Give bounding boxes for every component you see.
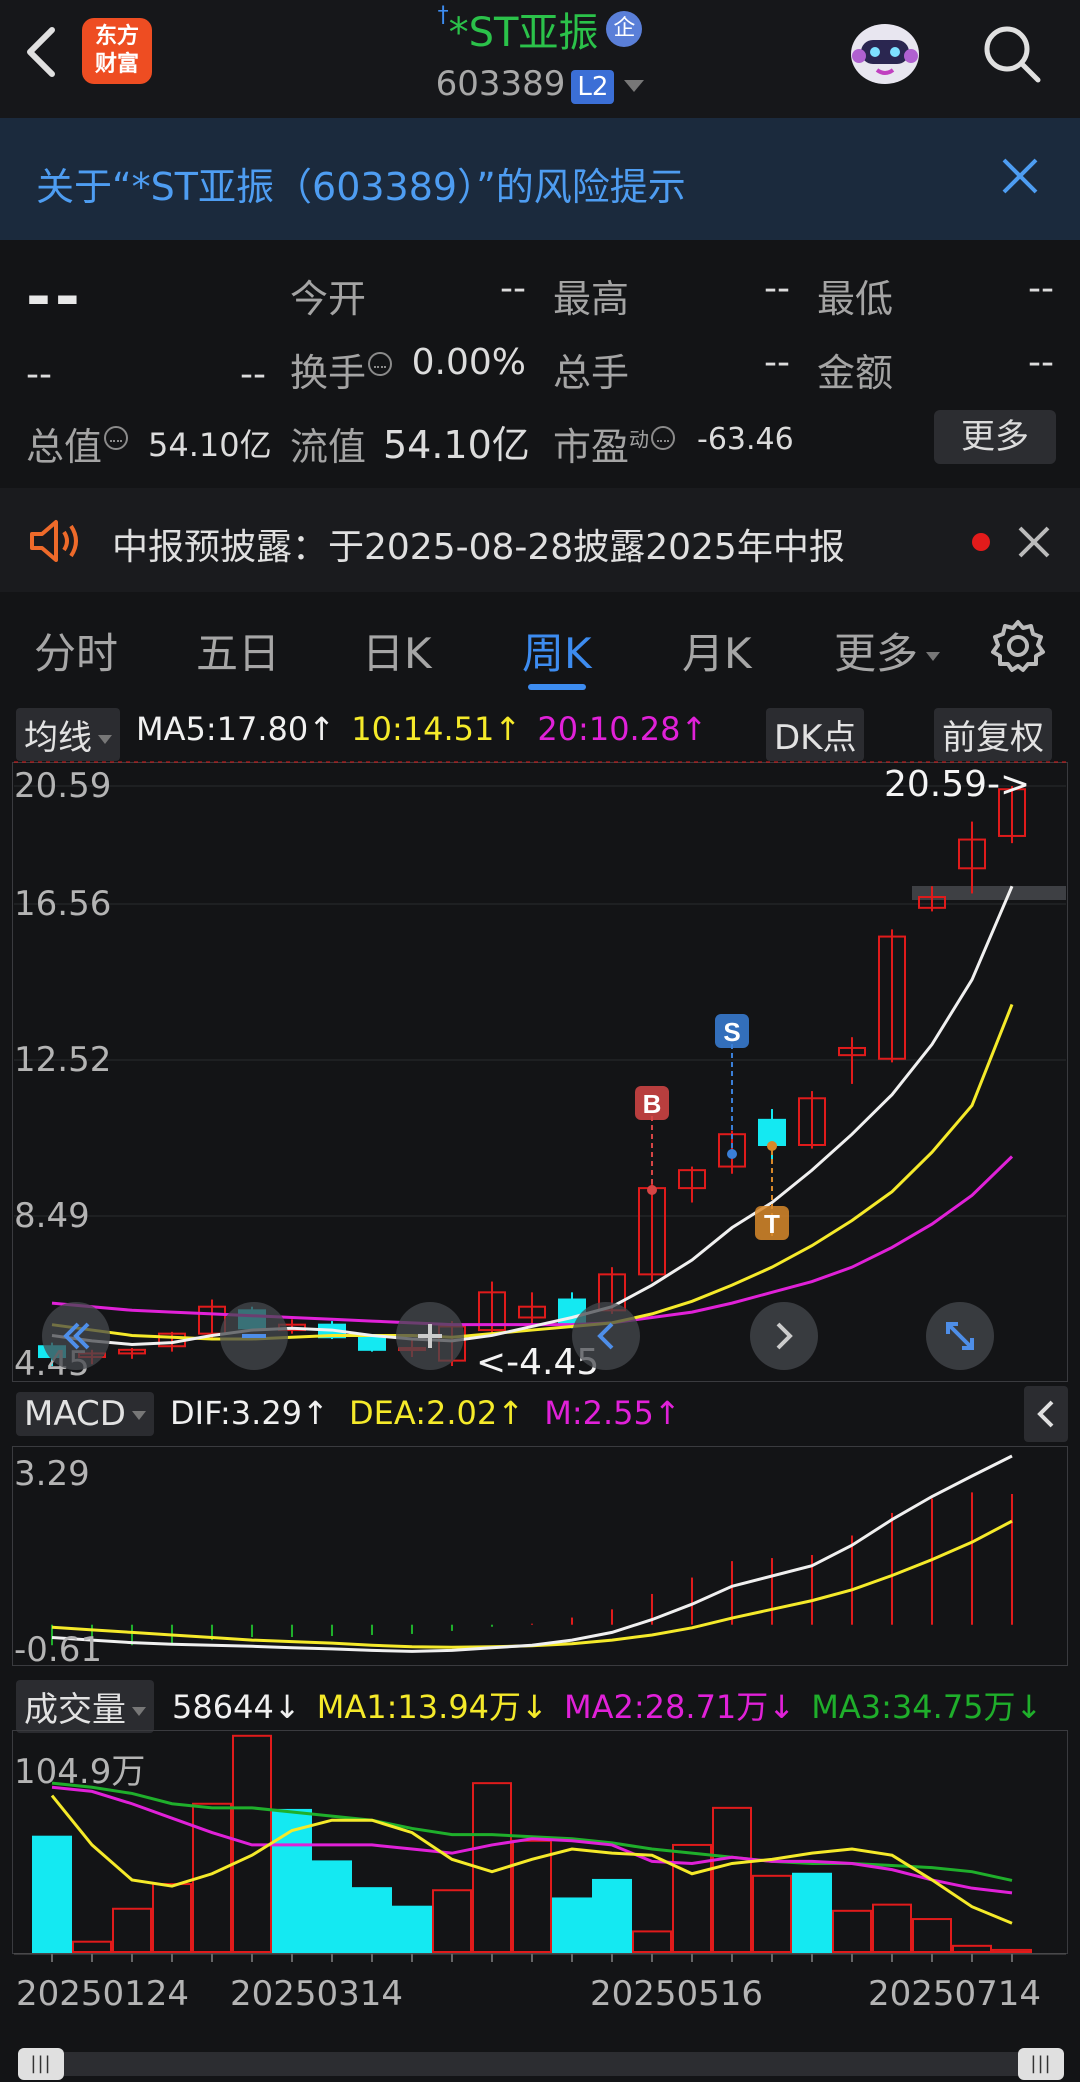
zoom-in-button[interactable]: [396, 1302, 464, 1370]
volume-bar: [912, 1918, 952, 1953]
scroll-right-button[interactable]: [750, 1302, 818, 1370]
timing-marker-label: T: [764, 1209, 780, 1239]
y-tick-label: 104.9万: [14, 1752, 146, 1792]
scrollbar-left-handle[interactable]: |||: [18, 2048, 64, 2080]
x-tick-label: 20250124: [16, 1974, 190, 2014]
volume-bar: [112, 1907, 152, 1953]
scroll-left-button[interactable]: [572, 1302, 640, 1370]
volume-bar: [632, 1930, 672, 1953]
volume-bar: [952, 1944, 992, 1953]
high-marker-label: 20.59->: [884, 764, 1031, 805]
volume-bar: [552, 1897, 592, 1953]
volume-bar: [832, 1909, 872, 1953]
chart-canvas: B S T: [14, 761, 1066, 1962]
volume-bar: [992, 1948, 1032, 1954]
ma10-line: [51, 1003, 1014, 1341]
volume-bar: [72, 1940, 112, 1953]
vol-ma1-line: [50, 1794, 1013, 1925]
y-tick-label: 16.56: [14, 884, 112, 924]
x-tick-label: 20250714: [868, 1974, 1042, 2014]
volume-bar: [32, 1835, 72, 1954]
volume-bar: [752, 1874, 792, 1953]
y-tick-label: 20.59: [14, 766, 112, 806]
dea-line: [51, 1519, 1013, 1649]
volume-bar: [712, 1806, 752, 1953]
y-tick-label: -0.61: [14, 1630, 102, 1670]
buy-marker-dot: [647, 1185, 657, 1195]
volume-bar: [312, 1860, 352, 1953]
volume-bar: [512, 1839, 552, 1953]
rewind-button[interactable]: [42, 1302, 110, 1370]
y-tick-label: 12.52: [14, 1040, 112, 1080]
y-tick-label: 3.29: [14, 1454, 90, 1494]
volume-bar: [592, 1878, 632, 1954]
timing-marker-dot: [767, 1141, 777, 1151]
timeline-scrollbar[interactable]: [18, 2052, 1064, 2076]
x-tick-label: 20250314: [230, 1974, 404, 2014]
sell-marker-label: S: [723, 1017, 740, 1047]
ma5-line: [51, 885, 1014, 1346]
volume-bar: [792, 1872, 832, 1953]
scrollbar-right-handle[interactable]: |||: [1018, 2048, 1064, 2080]
volume-bar: [152, 1883, 192, 1953]
candle-body: [358, 1336, 386, 1351]
volume-bar: [352, 1887, 392, 1953]
x-tick-label: 20250516: [590, 1974, 764, 2014]
dif-line: [51, 1454, 1013, 1653]
volume-bar: [392, 1905, 432, 1953]
volume-bar: [432, 1889, 472, 1954]
fullscreen-button[interactable]: [926, 1302, 994, 1370]
zoom-out-button[interactable]: [220, 1302, 288, 1370]
buy-marker-label: B: [643, 1089, 662, 1119]
sell-marker-dot: [727, 1149, 737, 1159]
y-tick-label: 8.49: [14, 1196, 90, 1236]
volume-bar: [872, 1903, 912, 1954]
